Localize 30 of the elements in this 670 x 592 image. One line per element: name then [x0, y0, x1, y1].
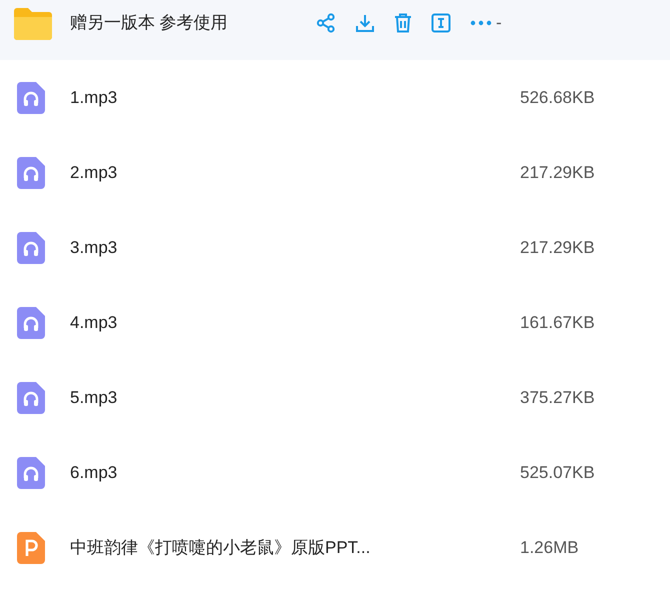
- file-size: 375.27KB: [520, 386, 595, 409]
- file-name: 中班韵律《打喷嚏的小老鼠》原版PPT...: [70, 536, 372, 559]
- file-name: 赠另一版本 参考使用: [70, 12, 229, 34]
- file-size: 526.68KB: [520, 86, 595, 109]
- audio-file-icon: [17, 382, 45, 414]
- audio-file-icon: [17, 232, 45, 264]
- file-size: 217.29KB: [520, 236, 595, 259]
- more-icon[interactable]: [470, 20, 492, 26]
- audio-file-icon: [17, 156, 45, 188]
- file-size: 161.67KB: [520, 312, 595, 334]
- rename-icon[interactable]: [431, 12, 451, 32]
- share-icon[interactable]: [316, 12, 336, 32]
- file-name: 4.mp3: [70, 312, 118, 334]
- file-name: 1.mp3: [70, 86, 118, 109]
- audio-file-icon: [17, 306, 45, 338]
- file-size: 217.29KB: [520, 162, 595, 184]
- audio-file-icon: [17, 456, 45, 488]
- file-size: 525.07KB: [520, 462, 595, 484]
- file-size: -: [496, 12, 502, 34]
- file-name: 6.mp3: [70, 462, 118, 484]
- presentation-file-icon: [17, 532, 45, 564]
- file-size: 1.26MB: [520, 536, 579, 559]
- download-icon[interactable]: [355, 12, 375, 32]
- file-name: 3.mp3: [70, 236, 118, 259]
- file-name: 5.mp3: [70, 386, 118, 409]
- file-name: 2.mp3: [70, 162, 118, 184]
- folder-icon: [14, 6, 52, 40]
- trash-icon[interactable]: [394, 12, 412, 32]
- file-row[interactable]: 赠另一版本 参考使用 -: [0, 0, 670, 60]
- audio-file-icon: [17, 82, 45, 114]
